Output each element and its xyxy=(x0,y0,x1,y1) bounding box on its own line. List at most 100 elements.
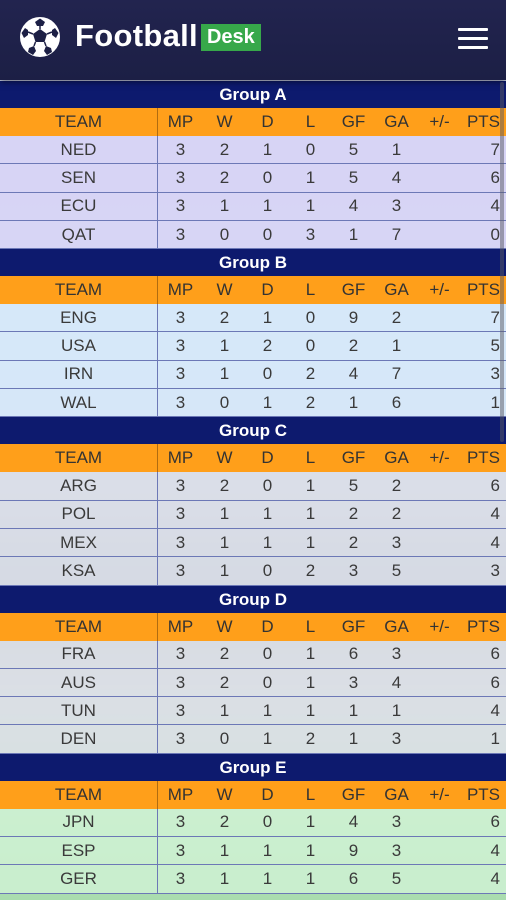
stat-cell: 2 xyxy=(391,307,402,327)
table-row[interactable]: ARG 3 2 0 1 5 2 6 xyxy=(0,472,506,501)
team-name: ENG xyxy=(0,304,158,332)
hamburger-menu-icon[interactable] xyxy=(458,28,488,50)
stat-cell: 3 xyxy=(348,560,359,580)
stat-cell: 3 xyxy=(348,672,359,692)
table-row[interactable]: USA 3 1 2 0 2 1 5 xyxy=(0,332,506,361)
stat-cell: 2 xyxy=(305,392,316,412)
stat-cell: 4 xyxy=(391,167,402,187)
stat-cell: 1 xyxy=(305,532,316,552)
stat-cell: 2 xyxy=(305,560,316,580)
table-row[interactable]: QAT 3 0 0 3 1 7 0 xyxy=(0,220,506,250)
stat-cell: 3 xyxy=(175,476,186,496)
table-row[interactable]: AUS 3 2 0 1 3 4 6 xyxy=(0,668,506,698)
group-title: Group B xyxy=(0,249,506,277)
stat-cell: 1 xyxy=(348,392,359,412)
table-row[interactable]: JPN 3 2 0 1 4 3 6 xyxy=(0,808,506,838)
table-row[interactable]: SEN 3 2 0 1 5 4 6 xyxy=(0,164,506,193)
column-header: W xyxy=(216,448,233,468)
column-header: D xyxy=(261,280,274,300)
column-header: L xyxy=(305,616,316,636)
stat-cell: 0 xyxy=(262,364,273,384)
stat-cell: 3 xyxy=(175,812,186,832)
team-name: FRA xyxy=(0,640,158,668)
stat-cell: 6 xyxy=(490,644,500,664)
table-header-row: TEAM MP W D L GF GA +/- PTS xyxy=(0,612,506,641)
table-row[interactable]: WAL 3 0 1 2 1 6 1 xyxy=(0,389,506,418)
stat-cell: 1 xyxy=(262,729,273,749)
table-row[interactable]: FRA 3 2 0 1 6 3 6 xyxy=(0,640,506,669)
stat-cell: 5 xyxy=(348,167,359,187)
stat-cell: 1 xyxy=(219,532,230,552)
table-header-row: TEAM MP W D L GF GA +/- PTS xyxy=(0,276,506,305)
stat-cell: 1 xyxy=(305,700,316,720)
team-name: POL xyxy=(0,500,158,528)
soccer-ball-icon xyxy=(20,17,60,57)
table-row[interactable]: POL 3 1 1 1 2 2 4 xyxy=(0,500,506,529)
column-header: MP xyxy=(167,280,194,300)
team-name: SEN xyxy=(0,164,158,192)
stat-cell: 1 xyxy=(305,476,316,496)
stat-cell: 3 xyxy=(391,840,402,860)
stat-cell: 1 xyxy=(262,868,273,888)
stat-cell: 3 xyxy=(175,700,186,720)
team-name: DEN xyxy=(0,725,158,753)
column-header: TEAM xyxy=(0,108,158,136)
table-row[interactable]: MEX 3 1 1 1 2 3 4 xyxy=(0,528,506,558)
stat-cell: 3 xyxy=(175,392,186,412)
stat-cell: 3 xyxy=(175,364,186,384)
stat-cell: 0 xyxy=(219,392,230,412)
column-header: GF xyxy=(341,616,366,636)
column-header: +/- xyxy=(429,784,450,804)
stat-cell: 1 xyxy=(262,504,273,524)
team-name: KSA xyxy=(0,557,158,585)
table-row[interactable]: ENG 3 2 1 0 9 2 7 xyxy=(0,304,506,333)
scrollbar[interactable] xyxy=(500,82,504,442)
stat-cell: 1 xyxy=(219,700,230,720)
table-row[interactable]: DEN 3 0 1 2 1 3 1 xyxy=(0,725,506,754)
stat-cell: 0 xyxy=(305,336,316,356)
stat-cell: 6 xyxy=(490,812,500,832)
stat-cell: 1 xyxy=(348,729,359,749)
column-header: W xyxy=(216,280,233,300)
table-row[interactable]: KSA 3 1 0 2 3 5 3 xyxy=(0,557,506,586)
stat-cell: 1 xyxy=(262,840,273,860)
team-name: TUN xyxy=(0,697,158,725)
stat-cell: 3 xyxy=(175,672,186,692)
brand-logo: Football Desk xyxy=(75,18,261,54)
table-row[interactable]: ESP 3 1 1 1 9 3 4 xyxy=(0,837,506,866)
stat-cell: 3 xyxy=(175,504,186,524)
table-row[interactable]: IRN 3 1 0 2 4 7 3 xyxy=(0,360,506,390)
stat-cell: 4 xyxy=(490,700,500,720)
table-row[interactable]: ECU 3 1 1 1 4 3 4 xyxy=(0,192,506,221)
stat-cell: 1 xyxy=(262,307,273,327)
stat-cell: 2 xyxy=(219,139,230,159)
table-row[interactable]: NED 3 2 1 0 5 1 7 xyxy=(0,136,506,165)
stat-cell: 3 xyxy=(175,307,186,327)
column-header: GF xyxy=(341,280,366,300)
column-header: PTS xyxy=(466,784,500,804)
stat-cell: 3 xyxy=(175,532,186,552)
table-row[interactable]: TUN 3 1 1 1 1 1 4 xyxy=(0,697,506,726)
stat-cell: 0 xyxy=(262,167,273,187)
stat-cell: 1 xyxy=(262,532,273,552)
column-header: TEAM xyxy=(0,276,158,305)
column-header: L xyxy=(305,280,316,300)
column-header: W xyxy=(216,112,233,131)
stat-cell: 0 xyxy=(262,672,273,692)
stat-cell: 2 xyxy=(391,504,402,524)
group-title: Group A xyxy=(0,81,506,108)
column-header: GA xyxy=(384,784,409,804)
stat-cell: 2 xyxy=(219,307,230,327)
stat-cell: 1 xyxy=(348,700,359,720)
stat-cell: 3 xyxy=(305,224,316,244)
stat-cell: 5 xyxy=(348,139,359,159)
stat-cell: 4 xyxy=(391,672,402,692)
team-name: IRN xyxy=(0,360,158,389)
brand-title: Football xyxy=(75,18,198,53)
stat-cell: 2 xyxy=(348,532,359,552)
column-header: GA xyxy=(384,448,409,468)
stat-cell: 3 xyxy=(175,336,186,356)
stat-cell: 2 xyxy=(219,476,230,496)
table-row[interactable]: GER 3 1 1 1 6 5 4 xyxy=(0,865,506,894)
team-name: AUS xyxy=(0,668,158,697)
